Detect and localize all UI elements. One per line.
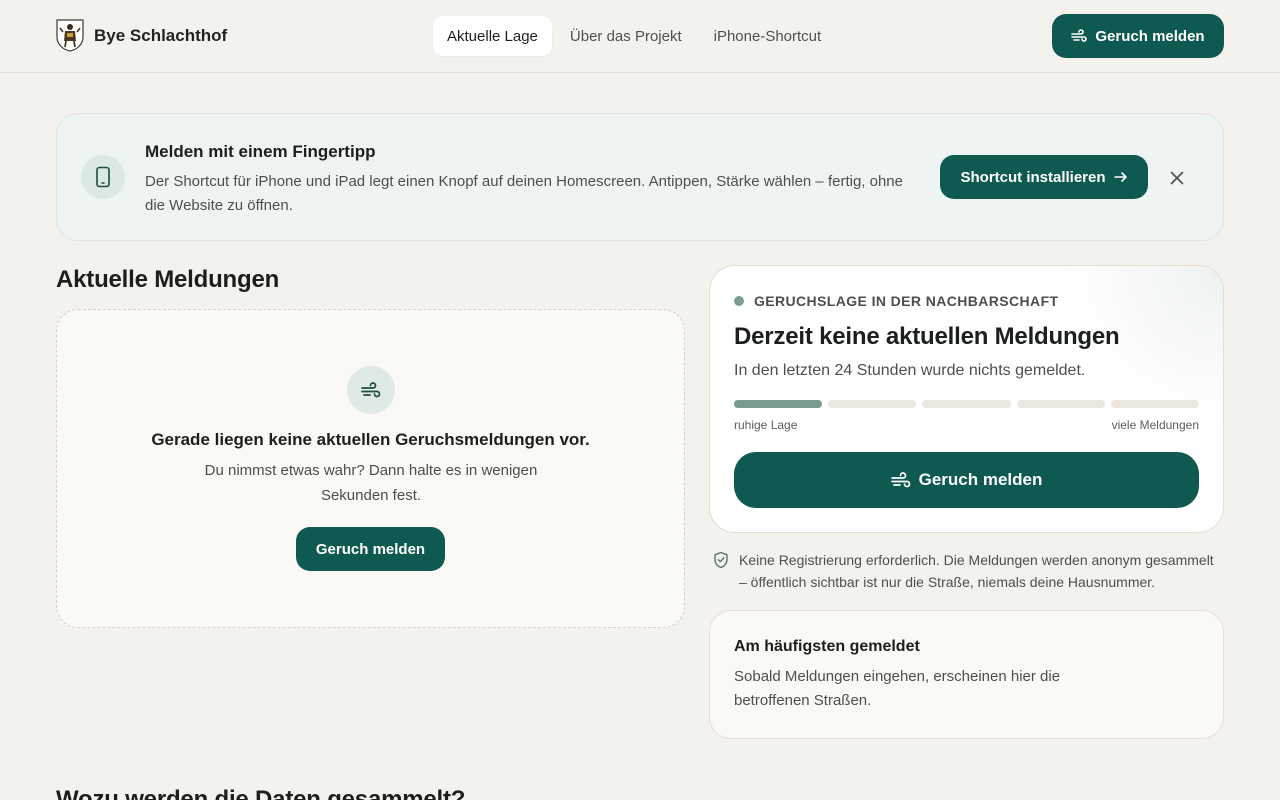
nav-tab-aktuelle-lage[interactable]: Aktuelle Lage [433,16,552,56]
banner-title: Melden mit einem Fingertipp [145,142,376,161]
level-segment [1016,400,1105,408]
status-label-text: GERUCHSLAGE IN DER NACHBARSCHAFT [754,293,1059,309]
status-headline: Derzeit keine aktuellen Meldungen [734,323,1120,350]
top-streets-card: Am häufigsten gemeldet Sobald Meldungen … [709,610,1224,739]
install-shortcut-label: Shortcut installieren [960,168,1106,186]
level-segment [734,400,823,408]
status-report-smell-label: Geruch melden [918,470,1043,489]
main-nav: Aktuelle Lage Über das Projekt iPhone-Sh… [433,16,839,56]
shortcut-banner: Melden mit einem Fingertipp Der Shortcut… [56,113,1224,241]
privacy-note-text: Keine Registrierung erforderlich. Die Me… [739,552,1214,590]
empty-reports-card: Gerade liegen keine aktuellen Geruchsmel… [56,309,685,628]
status-dot [734,296,744,306]
empty-report-smell-button[interactable]: Geruch melden [296,527,445,571]
phone-icon [96,166,110,188]
close-banner-button[interactable] [1165,166,1189,190]
smell-status-card: GERUCHSLAGE IN DER NACHBARSCHAFT Derzeit… [709,265,1224,533]
top-navigation-bar: Bye Schlachthof Aktuelle Lage Über das P… [0,0,1280,73]
top-streets-title: Am häufigsten gemeldet [734,638,920,655]
status-label: GERUCHSLAGE IN DER NACHBARSCHAFT [734,293,1058,309]
header-report-smell-button[interactable]: Geruch melden [1052,14,1224,58]
shield-check-icon [714,551,728,569]
install-shortcut-button[interactable]: Shortcut installieren [940,155,1148,199]
why-data-section-title: Wozu werden die Daten gesammelt? [56,786,466,800]
nav-tab-iphone-shortcut[interactable]: iPhone-Shortcut [700,16,836,56]
level-segment [922,400,1011,408]
banner-text: Der Shortcut für iPhone und iPad legt ei… [145,173,903,214]
level-min-label: ruhige Lage [734,418,798,432]
wind-icon [361,382,381,398]
brand-name: Bye Schlachthof [94,25,228,45]
status-report-smell-button[interactable]: Geruch melden [734,452,1199,508]
close-icon [1170,171,1184,185]
brand[interactable]: Bye Schlachthof [56,19,227,52]
top-streets-text: Sobald Meldungen eingehen, erscheinen hi… [734,668,1061,709]
level-segment [828,400,917,408]
wind-icon [890,472,910,488]
arrow-right-icon [1113,172,1127,182]
coat-of-arms-logo [56,19,84,52]
empty-reports-text: Du nimmst etwas wahr? Dann halte es in w… [204,462,538,504]
wind-icon [1071,29,1088,42]
header-report-smell-label: Geruch melden [1095,27,1205,45]
empty-icon-badge [347,366,395,414]
empty-reports-title: Gerade liegen keine aktuellen Geruchsmel… [151,430,590,449]
level-segment [1110,400,1199,408]
banner-icon-badge [81,155,125,199]
current-reports-title: Aktuelle Meldungen [56,266,280,293]
nav-tab-ueber-das-projekt[interactable]: Über das Projekt [556,16,696,56]
smell-level-meter [734,400,1199,408]
level-max-label: viele Meldungen [1111,418,1199,432]
status-subtext: In den letzten 24 Stunden wurde nichts g… [734,362,1086,379]
